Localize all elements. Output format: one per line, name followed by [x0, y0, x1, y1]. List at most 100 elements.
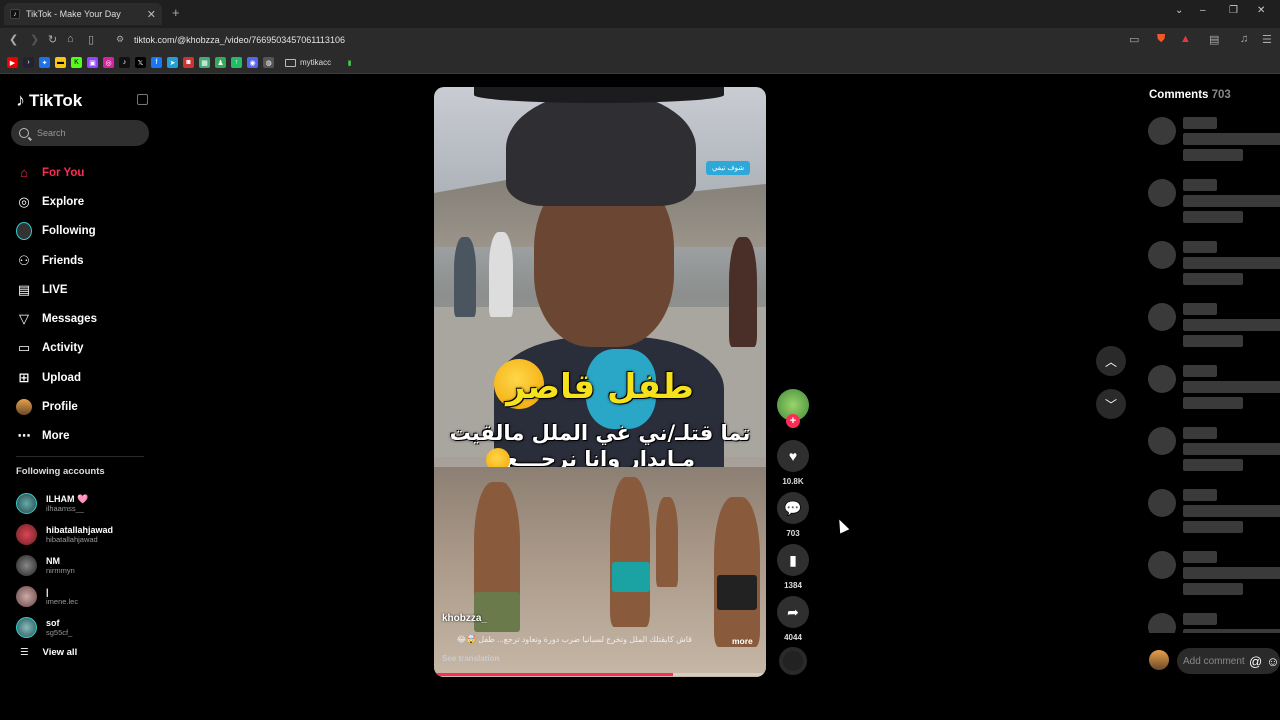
activity-icon: ▭ [17, 340, 31, 356]
menu-item-for-you[interactable]: ⌂ For You [16, 158, 156, 187]
site-info-icon[interactable]: ⚙ [116, 34, 124, 45]
see-translation-button[interactable]: See translation [442, 654, 499, 663]
bookmark-2-icon[interactable]: › [23, 57, 34, 68]
music-disc-avatar[interactable] [779, 647, 807, 675]
discord-bookmark-icon[interactable]: ◉ [247, 57, 258, 68]
like-count: 10.8K [782, 477, 804, 486]
minimize-icon[interactable]: – [1200, 5, 1206, 16]
mention-icon[interactable]: @ [1249, 654, 1262, 669]
menu-item-live[interactable]: ▤ LIVE [16, 275, 156, 304]
like-button[interactable]: ♥ [777, 440, 809, 472]
twitch-bookmark-icon[interactable]: ▣ [87, 57, 98, 68]
video-author[interactable]: khobzza_ [442, 613, 487, 624]
divider [16, 456, 144, 457]
instagram-bookmark-icon[interactable]: ◎ [103, 57, 114, 68]
back-icon[interactable]: ❮ [9, 33, 18, 46]
youtube-bookmark-icon[interactable]: ▶ [7, 57, 18, 68]
comment-button[interactable]: 💬 [777, 492, 809, 524]
heart-icon: ♥ [788, 448, 798, 464]
comment-skeleton [1148, 613, 1280, 633]
save-count: 1384 [784, 581, 802, 590]
kick-bookmark-icon[interactable]: K [71, 57, 82, 68]
background-person [489, 232, 513, 317]
live-icon: ▤ [17, 281, 31, 297]
menu-item-explore[interactable]: ◎ Explore [16, 187, 156, 216]
search-icon [19, 128, 29, 138]
telegram-bookmark-icon[interactable]: ➤ [167, 57, 178, 68]
next-video-button[interactable]: ﹀ [1096, 389, 1126, 419]
bookmark-12-icon[interactable]: ◙ [183, 57, 194, 68]
account-item[interactable]: ILHAM 🩷 ilhaamss__ [16, 488, 156, 519]
reload-icon[interactable]: ↻ [48, 33, 57, 46]
cast-icon[interactable]: ▭ [1129, 33, 1139, 46]
x-bookmark-icon[interactable]: 𝕏 [135, 57, 146, 68]
menu-item-messages[interactable]: ▽ Messages [16, 304, 156, 333]
bookmark-13-icon[interactable]: ▦ [199, 57, 210, 68]
tiktok-logo[interactable]: ♪ TikTok [16, 90, 82, 111]
bookmark-15-icon[interactable]: ↑ [231, 57, 242, 68]
video-player[interactable]: شوف تيفي طفل قاصر تما قتلـ/ني غي الملل م… [434, 87, 766, 677]
follow-plus-button[interactable]: + [786, 414, 800, 428]
browser-tab-bar: ♪ TikTok - Make Your Day ✕ + ⌄ – ❐ ✕ [0, 0, 1280, 28]
video-progress-bar[interactable] [434, 673, 766, 676]
stats-bookmark-icon[interactable]: ▮ [344, 57, 356, 68]
shorts [474, 592, 520, 632]
menu-item-activity[interactable]: ▭ Activity [16, 334, 156, 363]
imdb-bookmark-icon[interactable]: ▬ [55, 57, 66, 68]
rewards-icon[interactable]: ▲ [1180, 33, 1191, 45]
brave-shield-icon[interactable]: ⛊ [1157, 33, 1165, 46]
search-input[interactable]: Search [11, 120, 149, 146]
menu-item-profile[interactable]: Profile [16, 392, 156, 421]
tiktok-logo-icon: ♪ [16, 90, 25, 110]
close-window-icon[interactable]: ✕ [1257, 5, 1265, 16]
bookmark-icon[interactable]: ▯ [88, 33, 94, 46]
progress-fill [434, 673, 674, 676]
emoji-icon[interactable]: ☺ [1266, 654, 1279, 669]
view-all-button[interactable]: ☰ View all [20, 647, 77, 658]
gemini-bookmark-icon[interactable]: ✦ [39, 57, 50, 68]
new-tab-button[interactable]: + [172, 5, 180, 20]
menu-item-following[interactable]: Following [16, 217, 156, 246]
list-icon: ☰ [20, 647, 29, 658]
close-tab-icon[interactable]: ✕ [147, 8, 156, 21]
globe-bookmark-icon[interactable]: ◍ [263, 57, 274, 68]
menu-item-friends[interactable]: ⚇ Friends [16, 246, 156, 275]
running-boy [656, 497, 678, 587]
bookmarks-bar: ▶ › ✦ ▬ K ▣ ◎ ♪ 𝕏 f ➤ ◙ ▦ ♟ ↑ ◉ ◍ mytika… [0, 52, 1280, 74]
following-avatar-icon [16, 222, 32, 241]
bookmark-14-icon[interactable]: ♟ [215, 57, 226, 68]
browser-tab[interactable]: ♪ TikTok - Make Your Day ✕ [4, 3, 162, 25]
add-comment-input[interactable]: Add comment... @ ☺ [1177, 648, 1280, 674]
address-bar[interactable]: ⚙ tiktok.com/@khobzza_/video/76695034570… [108, 31, 1148, 49]
account-item[interactable]: NM nirmmyn [16, 550, 156, 581]
tab-list-icon[interactable]: ⌄ [1175, 5, 1183, 16]
account-item[interactable]: sof sg55cf_ [16, 612, 156, 643]
comment-skeleton [1148, 303, 1280, 353]
tiktok-bookmark-icon[interactable]: ♪ [119, 57, 130, 68]
collapse-sidebar-icon[interactable] [137, 94, 148, 105]
account-item[interactable]: hibatallahjawad hibatallahjawad [16, 519, 156, 550]
comment-icon: 💬 [784, 499, 802, 516]
current-user-avatar [1149, 650, 1169, 670]
forward-icon[interactable]: ❯ [30, 33, 39, 46]
menu-icon[interactable]: ☰ [1262, 33, 1272, 46]
sidebar-toggle-icon[interactable]: ▤ [1209, 33, 1219, 46]
home-browser-icon[interactable]: ⌂ [67, 33, 74, 45]
media-icon[interactable]: ♫ [1240, 33, 1248, 45]
compass-icon: ◎ [18, 193, 30, 209]
restore-icon[interactable]: ❐ [1229, 5, 1238, 16]
more-button[interactable]: more [732, 636, 753, 646]
menu-item-upload[interactable]: ⊞ Upload [16, 363, 156, 392]
share-button[interactable]: ➦ [777, 596, 809, 628]
overlay-title: طفل قاصر [506, 367, 694, 407]
account-item[interactable]: | imene.lec [16, 581, 156, 612]
comments-count: 703 [1211, 89, 1231, 101]
video-description: قاش كايقتلك الملل وتخرج لسبانيا ضرب دورة… [456, 635, 692, 644]
bookmark-folder[interactable]: mytikacc [285, 58, 331, 67]
menu-item-more[interactable]: ⋯ More [16, 422, 156, 451]
save-button[interactable]: ▮ [777, 544, 809, 576]
facebook-bookmark-icon[interactable]: f [151, 57, 162, 68]
sidebar: ♪ TikTok Search ⌂ For You ◎ Explore Foll… [0, 74, 160, 720]
chevron-up-icon: ︿ [1104, 354, 1117, 369]
previous-video-button[interactable]: ︿ [1096, 346, 1126, 376]
